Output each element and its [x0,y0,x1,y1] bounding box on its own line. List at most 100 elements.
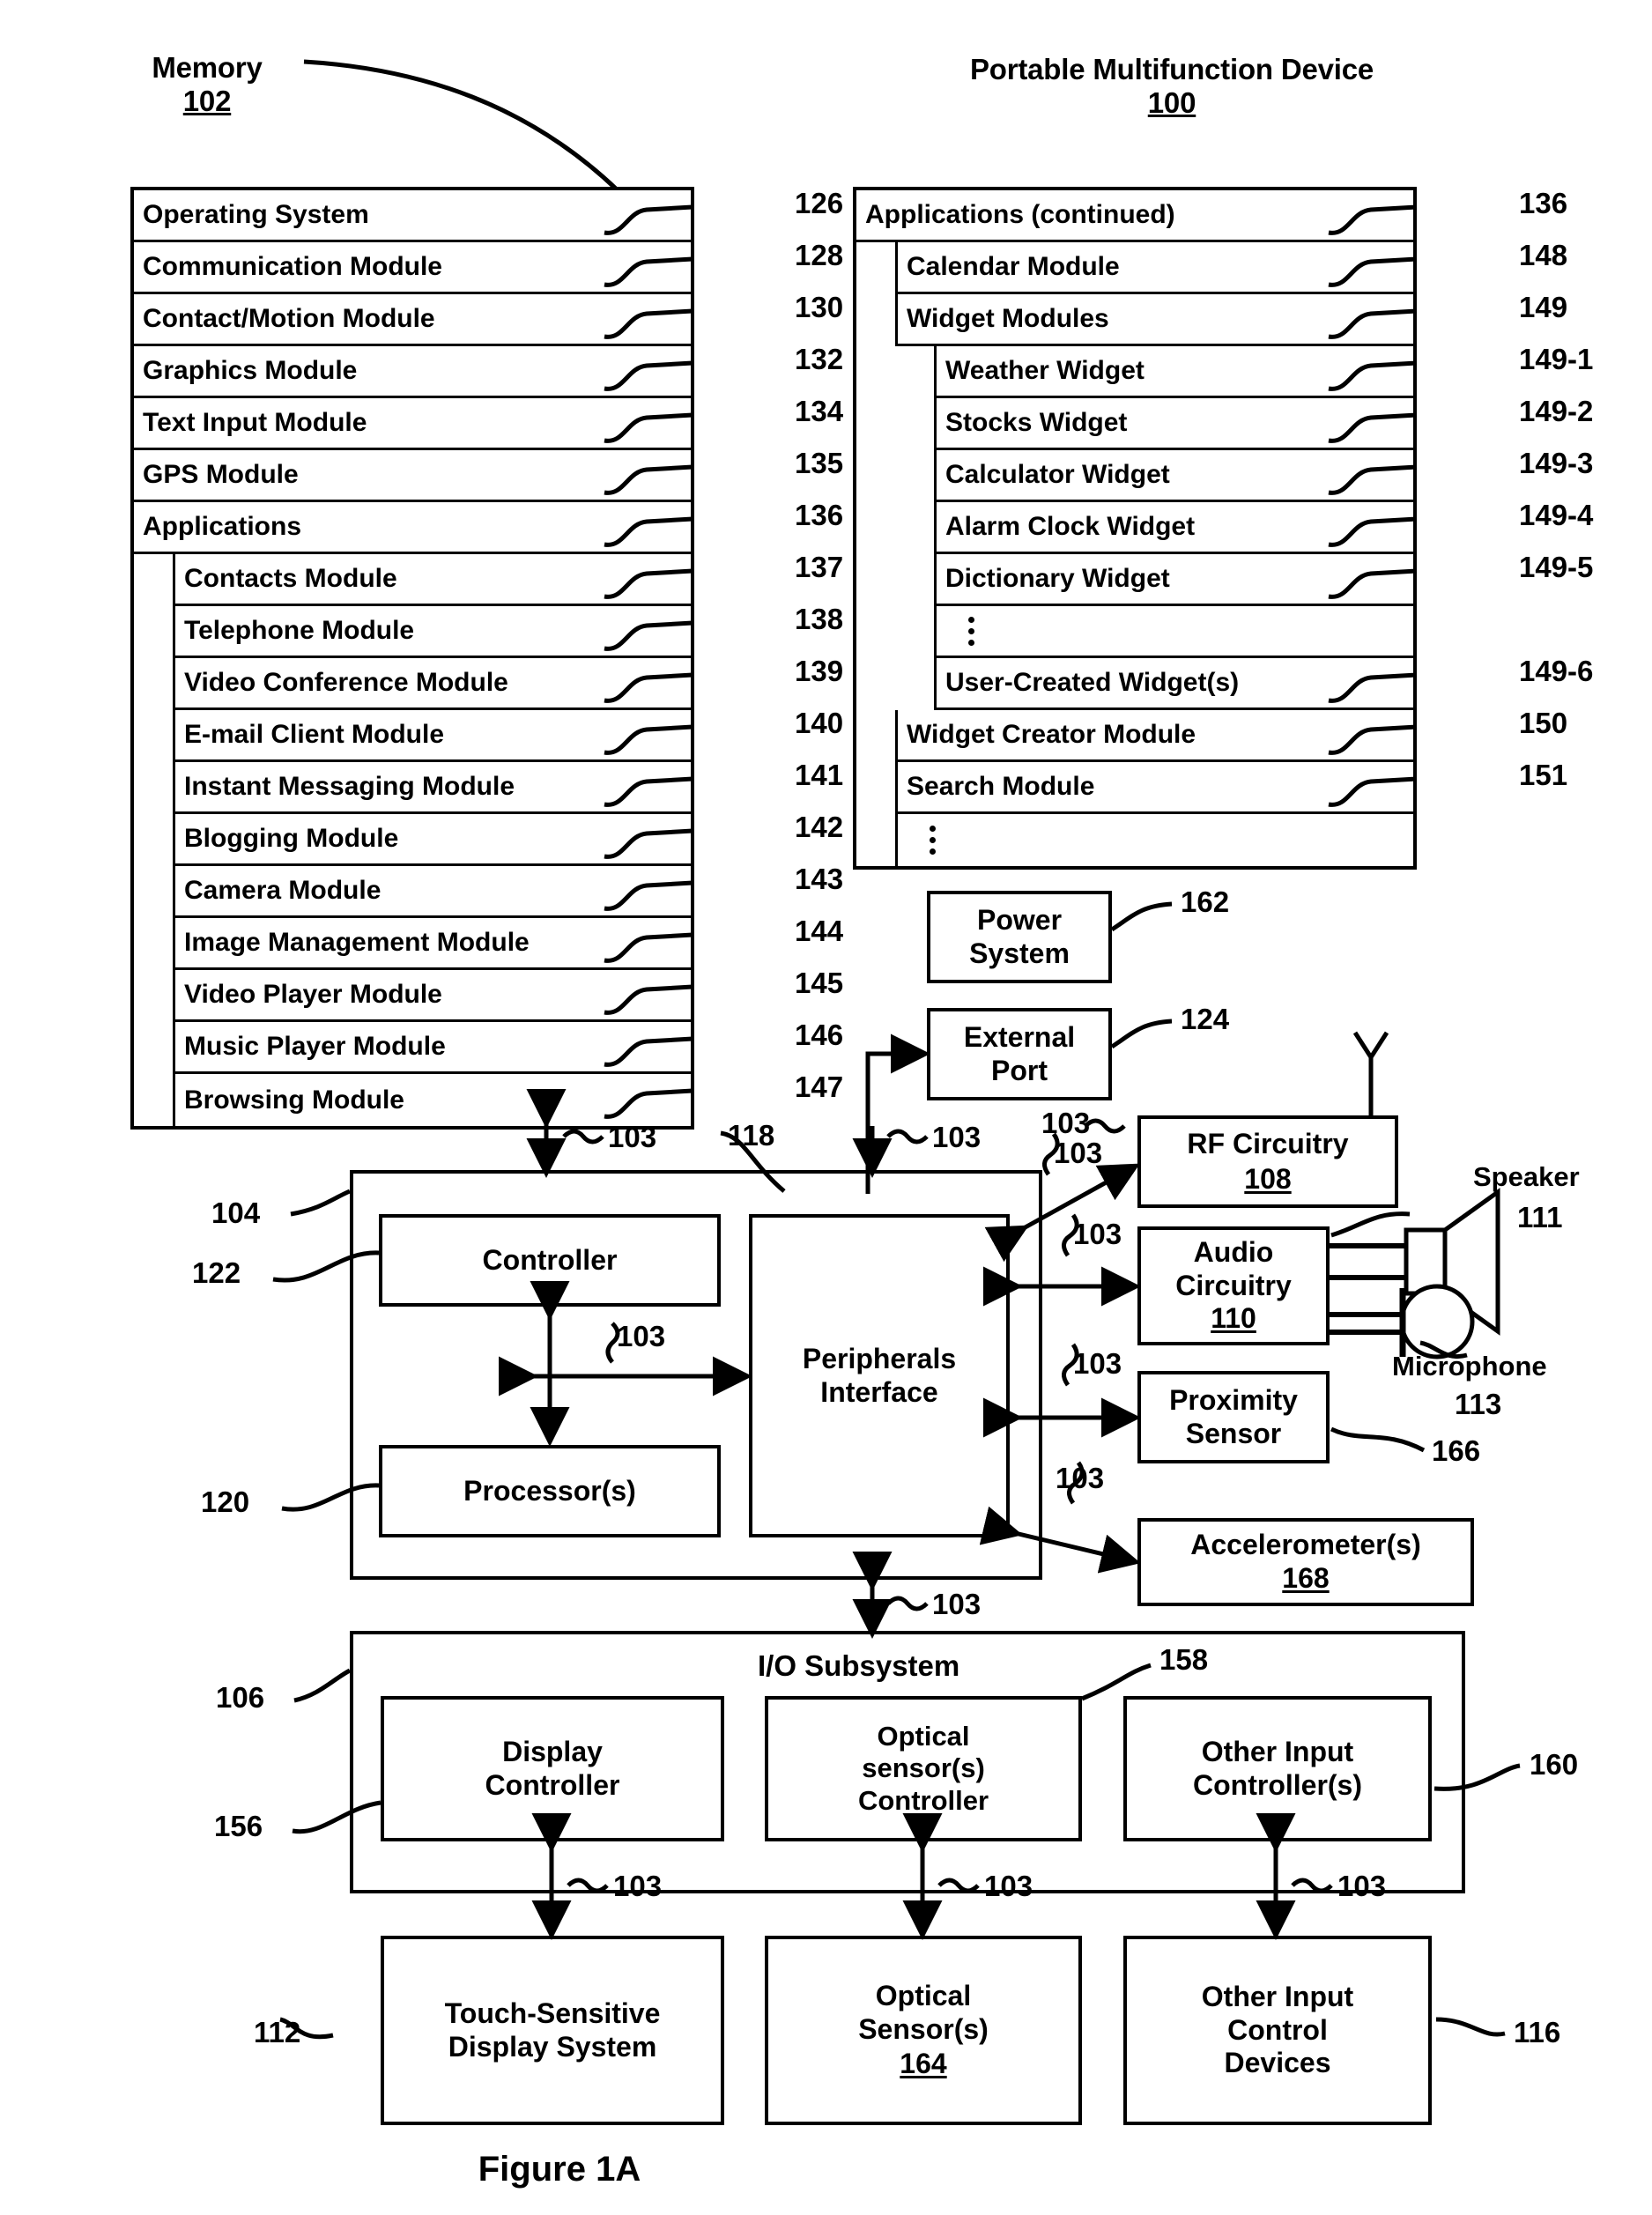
module-label: Image Management Module [184,928,530,957]
reference-number: 143 [795,863,844,895]
optical-sensor-controller-block: Optical sensor(s) Controller [765,1696,1082,1841]
speaker-ref: 111 [1517,1201,1563,1233]
figure-caption: Figure 1A [478,2150,641,2189]
module-label: Alarm Clock Widget [945,512,1196,541]
bus-label-other-input: 103 [1337,1870,1387,1902]
microphone-ref: 113 [1455,1388,1502,1420]
peripherals-interface-ref: 118 [728,1119,775,1152]
module-label: Widget Creator Module [907,720,1196,749]
leader-106 [293,1668,352,1703]
display-controller-label: Display Controller [485,1735,620,1801]
memory-title: Memory 102 [106,51,308,118]
module-label: Search Module [907,772,1095,801]
reference-number: 142 [795,811,844,843]
other-input-controller-ref: 160 [1530,1748,1579,1781]
cpu-group-ref: 104 [211,1196,261,1229]
external-port-block: External Port [927,1008,1112,1100]
processors-label: Processor(s) [463,1474,636,1507]
power-system-ref: 162 [1181,885,1230,918]
accelerometers-block: Accelerometer(s) 168 [1137,1518,1474,1606]
reference-number: 151 [1519,759,1568,791]
reference-number: 141 [795,759,844,791]
rf-circuitry-label: RF Circuitry [1187,1127,1349,1159]
optical-sensors-block: Optical Sensor(s) 164 [765,1936,1082,2125]
module-label: Calendar Module [907,252,1120,281]
module-label: Dictionary Widget [945,564,1170,593]
device-ref: 100 [1147,85,1196,119]
other-input-devices-block: Other Input Control Devices [1123,1936,1432,2125]
reference-number: 149-2 [1519,395,1594,427]
bus-label-peripherals-top: 103 [932,1121,982,1153]
module-label: Text Input Module [143,408,367,437]
leader-166 [1330,1426,1426,1453]
bus-label-rf: 103 [1054,1137,1103,1169]
bus-label-internal: 103 [617,1320,666,1352]
optical-sensor-controller-ref: 158 [1159,1643,1209,1676]
bus-label-audio: 103 [1073,1218,1122,1250]
bus-label-io: 103 [932,1588,982,1620]
bus-label-display: 103 [613,1870,663,1902]
module-label: Video Player Module [184,980,442,1009]
optical-sensors-ref: 164 [900,2048,947,2080]
module-label: Camera Module [184,876,382,905]
reference-number: 146 [795,1019,844,1051]
display-controller-block: Display Controller [381,1696,724,1841]
leader-124 [1110,1019,1173,1049]
reference-number: 149-4 [1519,499,1594,531]
io-subsystem-ref: 106 [216,1681,265,1714]
reference-number: 128 [795,239,844,271]
module-label: User-Created Widget(s) [945,668,1240,697]
rf-circuitry-block: RF Circuitry 108 [1137,1115,1398,1208]
reference-number: 134 [795,395,844,427]
memory-ref: 102 [182,84,232,117]
reference-number: 130 [795,291,844,323]
rf-circuitry-ref: 108 [1244,1162,1292,1195]
controller-block: Controller [379,1214,721,1307]
power-system-label: Power System [969,903,1070,969]
reference-number: 138 [795,603,844,635]
speaker-icon [1330,1188,1500,1336]
reference-number: 149 [1519,291,1568,323]
module-label: Applications [143,512,302,541]
reference-number: 148 [1519,239,1568,271]
module-label: GPS Module [143,460,299,489]
reference-number: 147 [795,1070,844,1103]
leader-162 [1110,901,1173,932]
memory-ref-list: 126 128 130 132 134 135 136 137 138 139 140 141 142 1… [604,187,872,1121]
external-port-ref: 124 [1181,1003,1230,1035]
processors-block: Processor(s) [379,1445,721,1537]
optical-sensors-label: Optical Sensor(s) [858,1979,989,2045]
touch-display-block: Touch-Sensitive Display System [381,1936,724,2125]
reference-number: 137 [795,551,844,583]
bus-label-external-port: 103 [1041,1107,1091,1139]
reference-number: 149-3 [1519,447,1594,479]
audio-circuitry-label: Audio Circuitry [1175,1235,1292,1301]
io-subsystem-label: I/O Subsystem [758,1649,960,1682]
reference-number: 140 [795,707,844,739]
touch-display-ref: 112 [254,2016,301,2048]
module-label: Telephone Module [184,616,415,645]
reference-number: 149-5 [1519,551,1594,583]
module-label: Instant Messaging Module [184,772,515,801]
external-port-label: External Port [963,1020,1076,1086]
accelerometers-ref: 168 [1282,1562,1330,1594]
other-input-controller-label: Other Input Controller(s) [1193,1735,1362,1801]
device-title-text: Portable Multifunction Device [969,53,1374,85]
module-label: Graphics Module [143,356,358,385]
memory-title-text: Memory [152,51,263,84]
module-label: Browsing Module [184,1085,404,1115]
module-label: Applications (continued) [865,200,1175,229]
module-label: Operating System [143,200,369,229]
bus-label-memory-cpu: 103 [608,1121,657,1153]
processors-ref: 120 [201,1485,250,1518]
controller-label: Controller [482,1243,618,1276]
module-label: Contacts Module [184,564,397,593]
module-label: Communication Module [143,252,442,281]
bus-label-optical: 103 [984,1870,1033,1902]
module-label: Music Player Module [184,1032,446,1061]
reference-number: 139 [795,655,844,687]
reference-number: 144 [795,915,844,947]
proximity-sensor-label: Proximity Sensor [1169,1383,1298,1449]
audio-circuitry-block: Audio Circuitry 110 [1137,1226,1330,1345]
other-input-devices-ref: 116 [1514,2016,1561,2048]
